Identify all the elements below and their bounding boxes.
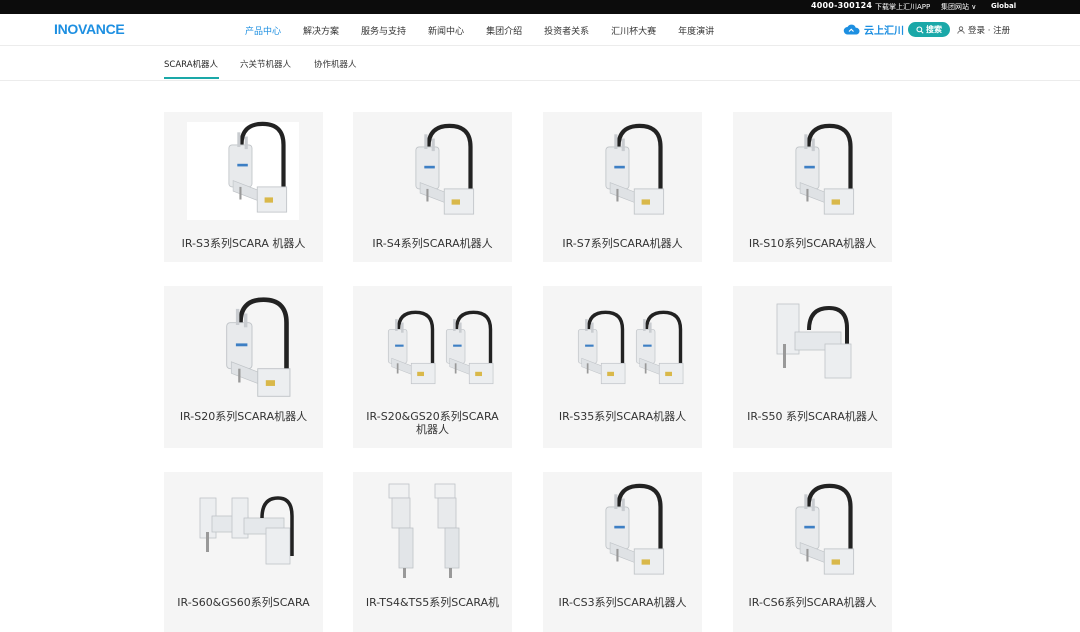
product-name: IR-CS3系列SCARA机器人	[558, 596, 687, 609]
nav-item-7[interactable]: 年度演讲	[678, 24, 714, 37]
group-site-dropdown[interactable]: 集团网站 ∨	[941, 2, 976, 12]
product-card[interactable]: IR-S60&GS60系列SCARA	[164, 472, 323, 632]
product-image	[164, 286, 323, 404]
product-image	[543, 112, 702, 230]
nav-item-6[interactable]: 汇川杯大赛	[611, 24, 656, 37]
product-image	[733, 112, 892, 230]
product-name: IR-S4系列SCARA机器人	[372, 237, 493, 250]
nav-item-3[interactable]: 新闻中心	[428, 24, 464, 37]
nav-item-4[interactable]: 集团介绍	[486, 24, 522, 37]
nav-item-5[interactable]: 投资者关系	[544, 24, 589, 37]
global-link[interactable]: Global	[991, 2, 1016, 10]
product-name: IR-S50 系列SCARA机器人	[747, 410, 878, 423]
product-name: IR-TS4&TS5系列SCARA机	[365, 596, 500, 609]
product-card[interactable]: IR-S50 系列SCARA机器人	[733, 286, 892, 448]
product-name: IR-S20系列SCARA机器人	[179, 410, 308, 423]
product-image	[353, 286, 512, 404]
product-card[interactable]: IR-S7系列SCARA机器人	[543, 112, 702, 262]
product-card[interactable]: IR-S4系列SCARA机器人	[353, 112, 512, 262]
main-menu: 产品中心 解决方案 服务与支持 新闻中心 集团介绍 投资者关系 汇川杯大赛 年度演讲	[245, 24, 736, 37]
product-name: IR-S7系列SCARA机器人	[562, 237, 683, 250]
search-label: 搜索	[926, 25, 942, 34]
product-name: IR-S10系列SCARA机器人	[748, 237, 877, 250]
product-card[interactable]: IR-CS6系列SCARA机器人	[733, 472, 892, 632]
product-card[interactable]: IR-S10系列SCARA机器人	[733, 112, 892, 262]
product-name: IR-S20&GS20系列SCARA 机器人	[366, 410, 499, 436]
product-image	[164, 112, 323, 230]
top-utility-bar: 4000-300124 下载掌上汇川APP 集团网站 ∨ Global	[0, 0, 1080, 14]
product-name: IR-S35系列SCARA机器人	[558, 410, 687, 423]
tab-six-axis[interactable]: 六关节机器人	[240, 58, 291, 70]
search-button[interactable]: 搜索	[908, 22, 950, 37]
robot-category-tabs: SCARA机器人 六关节机器人 协作机器人	[0, 46, 1080, 81]
cloud-inovance-link[interactable]: 云上汇川	[843, 22, 904, 37]
active-tab-indicator	[164, 77, 219, 79]
nav-item-1[interactable]: 解决方案	[303, 24, 339, 37]
product-card[interactable]: IR-S20&GS20系列SCARA 机器人	[353, 286, 512, 448]
hotline-number: 4000-300124	[811, 1, 873, 10]
product-card[interactable]: IR-S3系列SCARA 机器人	[164, 112, 323, 262]
main-nav: INOVANCE 产品中心 解决方案 服务与支持 新闻中心 集团介绍 投资者关系 汇川杯大赛…	[0, 14, 1080, 46]
product-image	[543, 286, 702, 404]
login-label: 登录 · 注册	[968, 26, 1011, 36]
product-name: IR-S60&GS60系列SCARA	[177, 596, 310, 609]
product-name: IR-CS6系列SCARA机器人	[748, 596, 877, 609]
search-icon	[916, 25, 924, 34]
product-image	[353, 472, 512, 590]
user-icon	[957, 26, 965, 34]
nav-item-2[interactable]: 服务与支持	[361, 24, 406, 37]
download-app-link[interactable]: 下载掌上汇川APP	[875, 2, 930, 12]
product-image	[353, 112, 512, 230]
product-card[interactable]: IR-S20系列SCARA机器人	[164, 286, 323, 448]
product-image	[543, 472, 702, 590]
product-card[interactable]: IR-TS4&TS5系列SCARA机	[353, 472, 512, 632]
inovance-logo[interactable]: INOVANCE	[54, 21, 125, 37]
product-card[interactable]: IR-S35系列SCARA机器人	[543, 286, 702, 448]
product-image	[164, 472, 323, 590]
nav-item-0[interactable]: 产品中心	[245, 24, 281, 37]
product-image	[733, 286, 892, 404]
login-register-link[interactable]: 登录 · 注册	[957, 24, 1010, 36]
cloud-label: 云上汇川	[864, 26, 904, 37]
product-image	[733, 472, 892, 590]
cloud-icon	[843, 24, 860, 34]
tab-scara[interactable]: SCARA机器人	[164, 58, 218, 70]
product-name: IR-S3系列SCARA 机器人	[181, 237, 306, 250]
product-card[interactable]: IR-CS3系列SCARA机器人	[543, 472, 702, 632]
tab-collaborative[interactable]: 协作机器人	[314, 58, 357, 70]
